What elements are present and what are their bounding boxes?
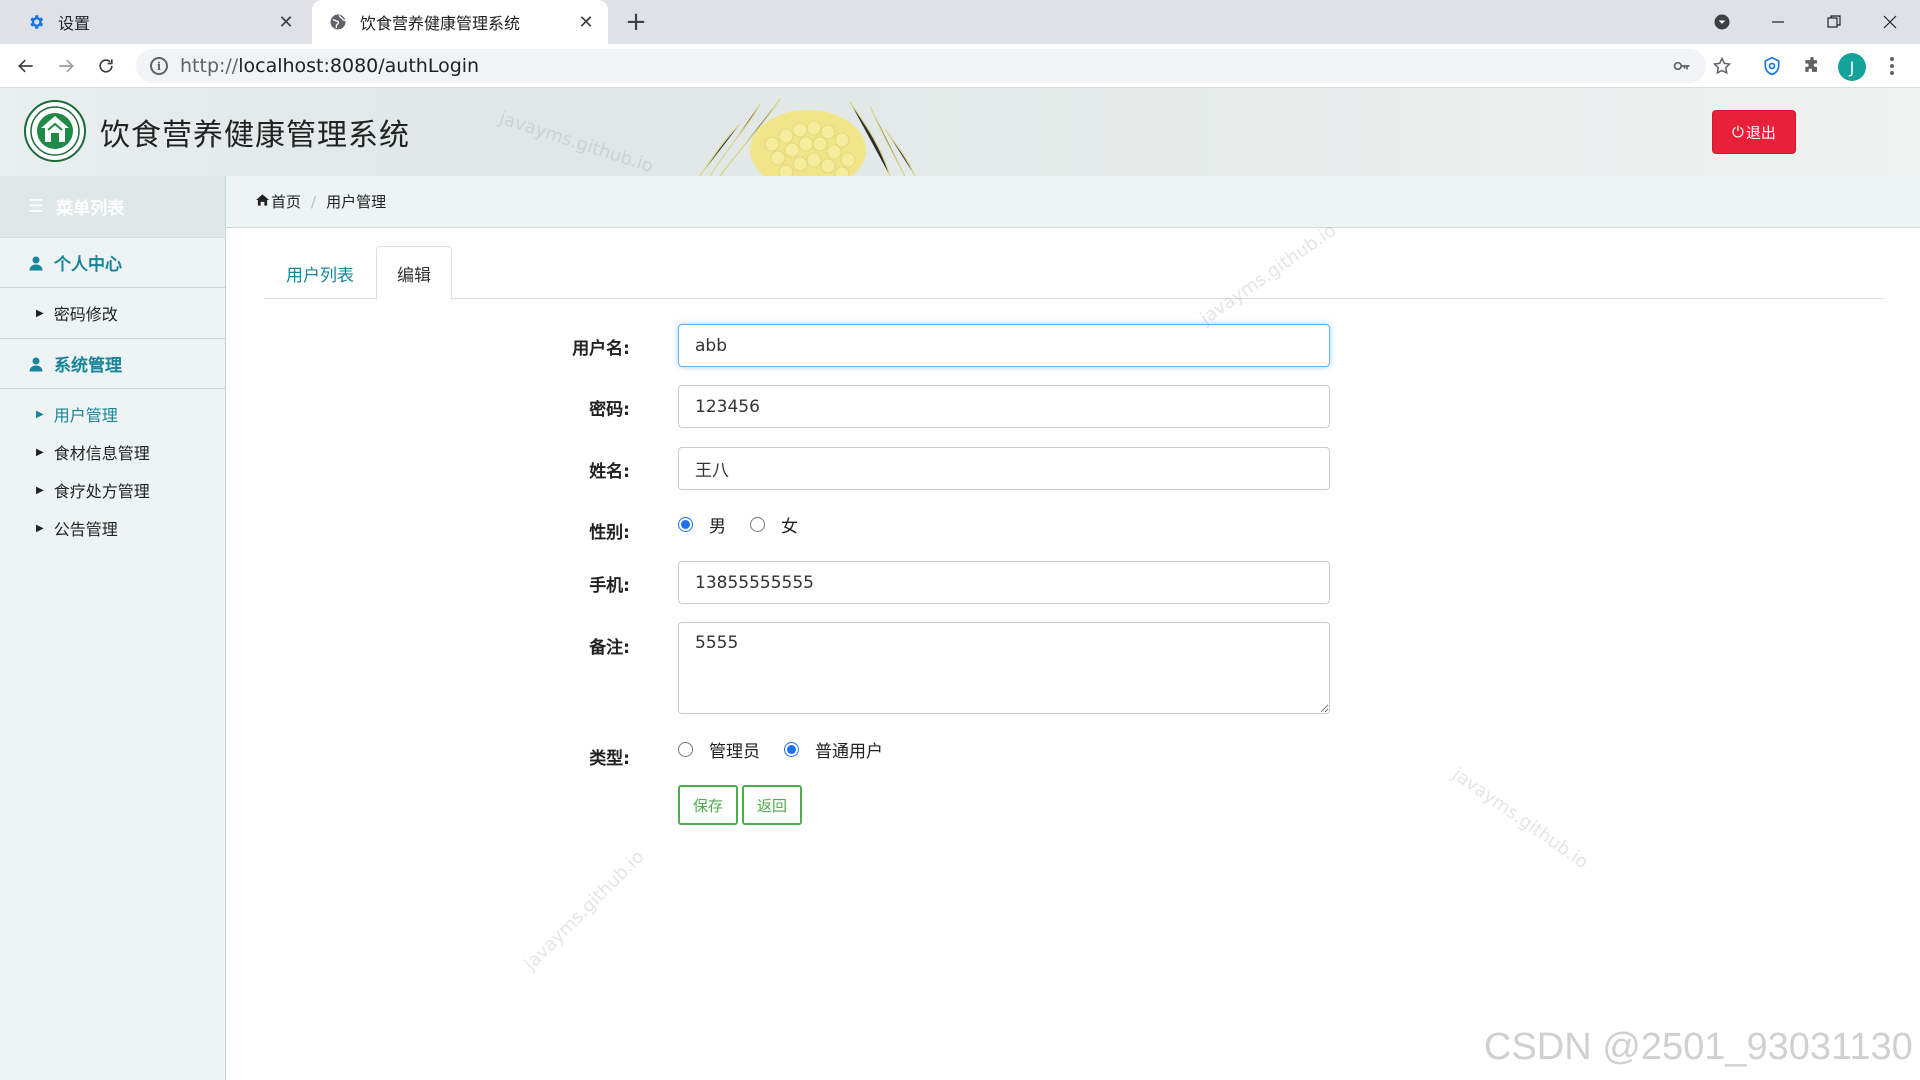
close-icon[interactable]: ✕ <box>574 10 598 34</box>
caret-right-icon: ▶ <box>36 307 44 319</box>
app-title: 饮食营养健康管理系统 <box>100 118 410 153</box>
remark-textarea[interactable]: 5555 <box>678 622 1330 714</box>
type-label: 类型: <box>589 749 630 769</box>
password-label: 密码: <box>589 400 630 420</box>
watermark-text: javayms.github.io <box>520 846 649 975</box>
breadcrumb-home[interactable]: 首页 <box>271 191 301 212</box>
gender-female-label: 女 <box>781 517 798 537</box>
remark-label: 备注: <box>589 638 630 658</box>
address-bar[interactable]: i http://localhost:8080/authLogin <box>136 49 1706 83</box>
back-arrow-icon[interactable] <box>12 52 40 80</box>
logout-label: 退出 <box>1745 123 1776 142</box>
url-text: http://localhost:8080/authLogin <box>180 55 480 77</box>
list-icon: ☰ <box>28 196 45 217</box>
corn-banner-image <box>699 98 916 176</box>
type-radio-group: 管理员 普通用户 <box>678 737 907 762</box>
logout-button[interactable]: ⏻ 退出 <box>1712 110 1796 154</box>
browser-tab-strip: 设置 ✕ 饮食营养健康管理系统 ✕ + <box>0 0 1920 44</box>
forward-arrow-icon[interactable] <box>52 52 80 80</box>
type-admin-label: 管理员 <box>709 742 760 762</box>
gender-label: 性别: <box>589 523 630 543</box>
tab-edit[interactable]: 编辑 <box>376 246 452 300</box>
username-label: 用户名: <box>572 339 630 359</box>
browser-tab-settings[interactable]: 设置 ✕ <box>10 0 308 44</box>
sidebar-item-password-change[interactable]: ▶ 密码修改 <box>0 294 225 332</box>
gender-female-radio[interactable] <box>750 517 765 532</box>
profile-avatar[interactable]: J <box>1838 53 1866 81</box>
bookmark-star-icon[interactable] <box>1708 52 1736 80</box>
browser-toolbar: i http://localhost:8080/authLogin J <box>0 44 1920 88</box>
breadcrumb: 首页 / 用户管理 <box>226 176 1920 228</box>
breadcrumb-separator: / <box>311 192 317 211</box>
content-tabs: 用户列表 编辑 <box>264 246 1884 300</box>
sidebar-heading: ☰ 菜单列表 <box>0 176 225 238</box>
username-input[interactable] <box>678 324 1330 367</box>
university-logo-icon <box>24 100 86 162</box>
save-button[interactable]: 保存 <box>678 785 738 825</box>
close-window-icon[interactable] <box>1862 0 1918 44</box>
globe-icon <box>328 12 348 32</box>
extensions-puzzle-icon[interactable] <box>1798 52 1826 80</box>
name-label: 姓名: <box>589 462 630 482</box>
breadcrumb-current: 用户管理 <box>326 193 387 211</box>
type-normal-user-label: 普通用户 <box>815 742 883 762</box>
type-normal-user-radio[interactable] <box>784 742 799 757</box>
close-icon[interactable]: ✕ <box>274 10 298 34</box>
gender-radio-group: 男 女 <box>678 512 822 537</box>
extension-shield-icon[interactable] <box>1758 52 1786 80</box>
sidebar-group-items: ▶ 密码修改 <box>0 288 225 339</box>
tab-title: 设置 <box>58 14 91 33</box>
phone-input[interactable] <box>678 561 1330 604</box>
restore-icon[interactable] <box>1806 0 1862 44</box>
app-header: 饮食营养健康管理系统 ⏻ 退出 <box>0 88 1920 176</box>
home-icon <box>256 193 269 210</box>
csdn-watermark: CSDN @2501_93031130 <box>1484 1026 1913 1068</box>
tab-search-icon[interactable] <box>1694 0 1750 44</box>
watermark-text: javayms.github.io <box>1448 763 1592 874</box>
gender-male-label: 男 <box>709 517 726 537</box>
caret-right-icon: ▶ <box>36 484 44 496</box>
minimize-icon[interactable] <box>1750 0 1806 44</box>
gender-male-radio[interactable] <box>678 517 693 532</box>
user-icon <box>29 256 43 270</box>
site-info-icon[interactable]: i <box>150 57 168 75</box>
reload-icon[interactable] <box>92 52 120 80</box>
password-input[interactable] <box>678 385 1330 428</box>
more-menu-icon[interactable] <box>1878 52 1906 80</box>
form-actions: 保存 返回 <box>678 785 818 827</box>
sidebar: ☰ 菜单列表 个人中心 ▶ 密码修改 系统管理 ▶ 用户管理 ▶ 食材信息管理 … <box>0 176 226 1080</box>
tab-title: 饮食营养健康管理系统 <box>360 14 521 33</box>
back-button[interactable]: 返回 <box>742 785 802 825</box>
type-admin-radio[interactable] <box>678 742 693 757</box>
new-tab-plus-icon[interactable]: + <box>622 9 650 37</box>
phone-label: 手机: <box>589 576 630 596</box>
sidebar-group-personal-center[interactable]: 个人中心 <box>0 238 225 288</box>
browser-tab-app[interactable]: 饮食营养健康管理系统 ✕ <box>312 0 608 44</box>
power-icon: ⏻ <box>1732 123 1744 141</box>
tab-user-list[interactable]: 用户列表 <box>264 246 376 300</box>
key-icon[interactable] <box>1668 52 1696 80</box>
caret-right-icon: ▶ <box>36 446 44 458</box>
gear-icon <box>26 12 46 32</box>
name-input[interactable] <box>678 447 1330 490</box>
